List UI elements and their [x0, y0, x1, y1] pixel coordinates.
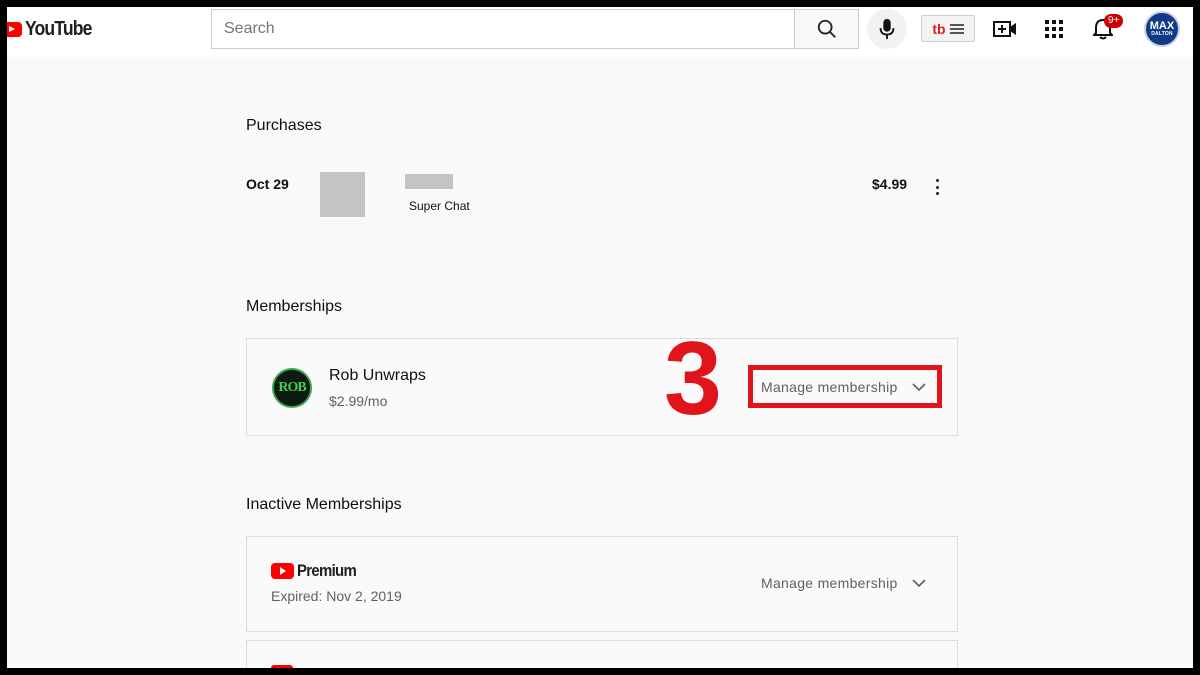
avatar-line2: DALTON — [1151, 31, 1173, 37]
memberships-title: Memberships — [246, 298, 343, 315]
youtube-logo[interactable]: YouTube — [7, 18, 101, 41]
channel-avatar-text: ROB — [278, 380, 306, 395]
youtube-play-icon — [7, 22, 22, 37]
more-options-button[interactable] — [931, 177, 943, 197]
step-number-annotation: 3 — [664, 321, 722, 437]
tubebuddy-label: tb — [932, 20, 946, 37]
voice-search-button[interactable] — [867, 9, 907, 49]
purchase-thumbnail — [320, 172, 365, 217]
logo-text: YouTube — [25, 18, 92, 40]
top-bar: YouTube tb — [7, 7, 1193, 57]
inactive-membership-card — [246, 640, 958, 668]
purchase-date: Oct 29 — [246, 176, 289, 192]
highlight-box-annotation — [748, 365, 942, 408]
apps-button[interactable] — [1042, 17, 1066, 41]
kebab-dot — [935, 185, 939, 189]
chevron-down-icon — [912, 578, 926, 587]
manage-membership-button[interactable]: Manage membership — [761, 575, 926, 591]
channel-name: Rob Unwraps — [329, 367, 426, 384]
notification-badge: 9+ — [1104, 14, 1124, 28]
create-video-button[interactable] — [993, 17, 1017, 41]
manage-membership-label: Manage membership — [761, 575, 898, 591]
menu-icon — [949, 23, 964, 34]
tubebuddy-button[interactable]: tb — [921, 15, 975, 42]
app-window: YouTube tb — [7, 7, 1193, 668]
youtube-premium-logo: Premium — [271, 561, 364, 581]
youtube-play-icon — [271, 563, 294, 579]
search-icon — [817, 19, 836, 38]
purchase-type: Super Chat — [409, 199, 470, 213]
expired-status: Expired: Nov 2, 2019 — [271, 588, 402, 604]
youtube-play-icon — [271, 665, 293, 668]
inactive-membership-card: Premium Expired: Nov 2, 2019 Manage memb… — [246, 536, 958, 632]
video-camera-plus-icon — [993, 21, 1016, 37]
kebab-dot — [935, 192, 939, 195]
account-avatar[interactable]: MAX DALTON — [1144, 11, 1180, 47]
membership-price: $2.99/mo — [329, 393, 388, 409]
microphone-icon — [879, 18, 895, 40]
purchases-title: Purchases — [246, 117, 322, 134]
kebab-dot — [935, 179, 939, 182]
search-button[interactable] — [794, 9, 859, 49]
inactive-memberships-title: Inactive Memberships — [246, 496, 402, 513]
purchase-price: $4.99 — [872, 176, 908, 192]
search-input[interactable] — [211, 9, 795, 49]
apps-grid-icon — [1045, 20, 1063, 38]
premium-label: Premium — [297, 561, 357, 580]
purchase-name-redacted — [405, 174, 453, 189]
channel-avatar: ROB — [272, 368, 312, 408]
